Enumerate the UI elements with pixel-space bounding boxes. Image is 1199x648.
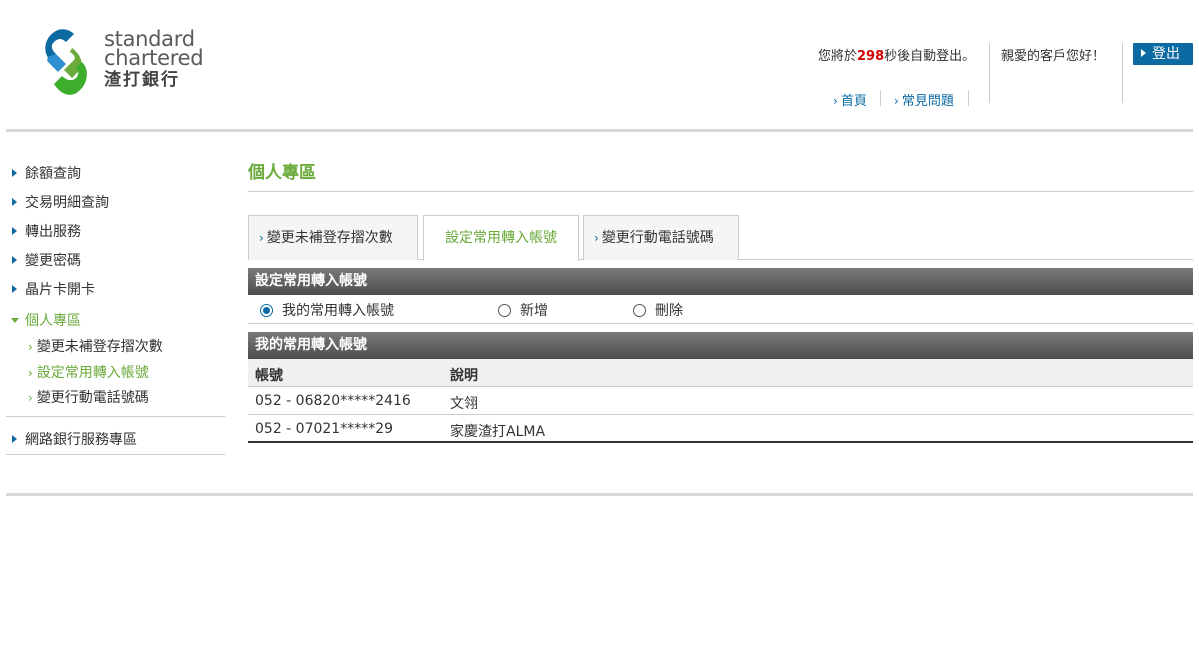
header-divider (989, 43, 990, 103)
tab-bar: › 變更未補登存摺次數 設定常用轉入帳號 › 變更行動電話號碼 (248, 215, 1193, 261)
column-header-account: 帳號 (255, 368, 283, 384)
tab-label: 變更未補登存摺次數 (266, 230, 393, 246)
sidebar-item-ebanking-service[interactable]: 網路銀行服務專區 (6, 429, 137, 449)
arrow-right-icon (12, 198, 17, 206)
radio-delete[interactable]: 刪除 (633, 300, 683, 320)
tab-payee[interactable]: 設定常用轉入帳號 (423, 215, 579, 261)
account-number: 052 - 06820*****2416 (255, 393, 411, 409)
sidebar-subitem-label: 變更未補登存摺次數 (36, 339, 163, 355)
radio-label: 新增 (520, 303, 548, 319)
sidebar-item-label: 晶片卡開卡 (25, 282, 95, 298)
sidebar-subitem-label: 設定常用轉入帳號 (36, 365, 149, 381)
header: standard chartered 渣打銀行 您將於298秒後自動登出。 親愛… (0, 0, 1199, 132)
radio-add[interactable]: 新增 (498, 300, 548, 320)
chevron-right-icon: › (594, 231, 599, 245)
sidebar-item-label: 交易明細查詢 (25, 195, 109, 211)
account-description: 文翎 (450, 396, 478, 412)
chevron-right-icon: › (28, 340, 33, 354)
sc-logo-icon (45, 29, 87, 95)
tab-label: 設定常用轉入帳號 (445, 230, 557, 246)
title-rule (248, 191, 1193, 192)
page-title: 個人專區 (248, 163, 316, 183)
sidebar-item-label: 轉出服務 (25, 224, 81, 240)
radio-label: 我的常用轉入帳號 (282, 303, 394, 319)
chevron-right-icon: › (259, 231, 264, 245)
sidebar-divider (6, 416, 225, 417)
column-header-description: 說明 (450, 368, 478, 384)
arrow-right-icon (12, 169, 17, 177)
table-row: 052 - 06820*****2416 文翎 (248, 387, 1193, 415)
chevron-right-icon: › (833, 94, 838, 108)
auto-logout-countdown: 298 (857, 49, 885, 64)
sidebar-item-label: 個人專區 (25, 313, 81, 329)
auto-logout-prefix: 您將於 (818, 49, 858, 64)
arrow-down-icon (11, 318, 19, 323)
account-description: 家慶渣打ALMA (450, 424, 546, 440)
link-divider (968, 90, 969, 106)
tab-label: 變更行動電話號碼 (601, 230, 714, 246)
mode-radio-group: 我的常用轉入帳號 新增 刪除 (248, 295, 1193, 324)
payee-table: 帳號 說明 052 - 06820*****2416 文翎 052 - 0702… (248, 359, 1193, 443)
sidebar-subitem-mobile[interactable]: › 變更行動電話號碼 (28, 387, 149, 407)
logo-text-line3: 渣打銀行 (104, 70, 180, 90)
arrow-right-icon (12, 285, 17, 293)
tab-passbook[interactable]: › 變更未補登存摺次數 (248, 215, 418, 260)
sidebar-subitem-payee[interactable]: › 設定常用轉入帳號 (28, 362, 149, 382)
faq-link[interactable]: › 常見問題 (894, 90, 954, 109)
sidebar-item-change-password[interactable]: 變更密碼 (6, 250, 81, 270)
arrow-right-icon (12, 435, 17, 443)
arrow-right-icon (12, 227, 17, 235)
chevron-right-icon: › (28, 366, 33, 380)
header-rule (6, 129, 1193, 132)
link-divider (880, 90, 881, 106)
greeting-text: 親愛的客戶您好！ (1001, 49, 1106, 64)
radio-label: 刪除 (655, 303, 683, 319)
logout-button[interactable]: 登出 (1133, 43, 1193, 65)
home-link-label: 首頁 (840, 94, 867, 109)
chevron-right-icon: › (894, 94, 899, 108)
footer-rule (6, 493, 1193, 496)
sidebar-item-transfer[interactable]: 轉出服務 (6, 221, 81, 241)
sidebar-divider (6, 454, 225, 455)
section-header: 設定常用轉入帳號 (248, 268, 1193, 295)
sidebar-item-transactions[interactable]: 交易明細查詢 (6, 192, 109, 212)
sidebar-item-label: 網路銀行服務專區 (25, 432, 137, 448)
bank-logo[interactable]: standard chartered 渣打銀行 (44, 28, 224, 100)
header-divider (1122, 43, 1123, 103)
sidebar-item-balance[interactable]: 餘額查詢 (6, 163, 81, 183)
sidebar-item-chip-card[interactable]: 晶片卡開卡 (6, 279, 95, 299)
arrow-right-icon (12, 256, 17, 264)
sidebar-item-label: 變更密碼 (25, 253, 81, 269)
radio-checked-icon (260, 304, 273, 317)
auto-logout-suffix: 秒後自動登出。 (884, 49, 976, 64)
radio-my-payees[interactable]: 我的常用轉入帳號 (260, 300, 394, 320)
sidebar-subitem-label: 變更行動電話號碼 (36, 390, 149, 406)
radio-unchecked-icon (498, 304, 511, 317)
table-row: 052 - 07021*****29 家慶渣打ALMA (248, 415, 1193, 443)
faq-link-label: 常見問題 (901, 94, 954, 109)
radio-unchecked-icon (633, 304, 646, 317)
tab-mobile[interactable]: › 變更行動電話號碼 (583, 215, 739, 260)
sidebar-item-label: 餘額查詢 (25, 166, 81, 182)
play-arrow-icon (1141, 49, 1146, 57)
sidebar-item-personal[interactable]: 個人專區 (6, 310, 81, 330)
chevron-right-icon: › (28, 391, 33, 405)
table-header-row: 帳號 說明 (248, 359, 1193, 387)
sidebar-subitem-passbook[interactable]: › 變更未補登存摺次數 (28, 336, 163, 356)
account-number: 052 - 07021*****29 (255, 421, 394, 437)
list-header: 我的常用轉入帳號 (248, 332, 1193, 359)
auto-logout-notice: 您將於298秒後自動登出。 (818, 45, 975, 64)
logo-text-line2: chartered (104, 46, 204, 70)
logout-button-label: 登出 (1152, 46, 1180, 62)
home-link[interactable]: › 首頁 (833, 90, 867, 109)
